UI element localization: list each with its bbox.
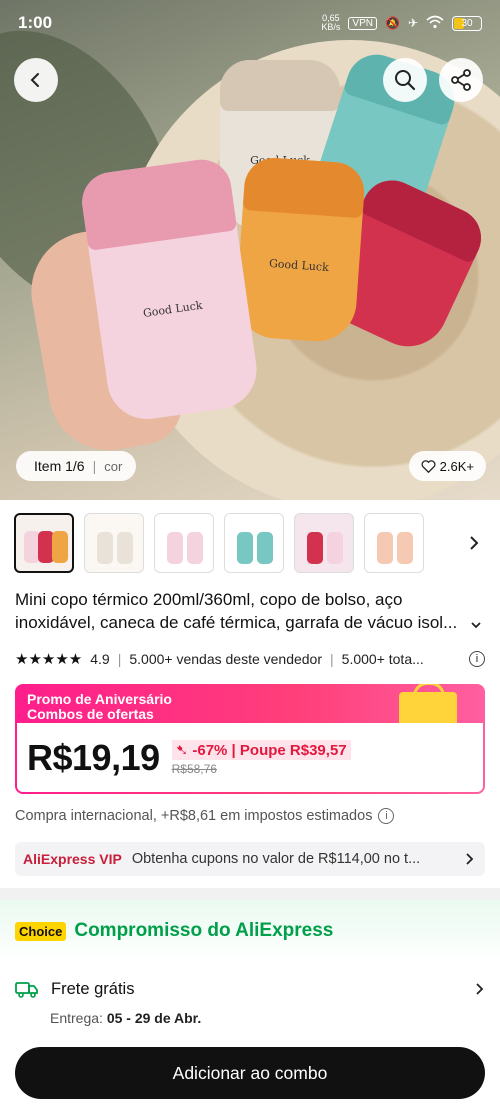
search-icon: [395, 70, 416, 91]
thumbnail-3[interactable]: [154, 513, 214, 573]
sales-separator: |: [330, 651, 334, 667]
rating-value: 4.9: [90, 651, 110, 667]
chevron-right-icon: [476, 983, 484, 995]
item-counter: Item 1/6: [34, 458, 85, 474]
thumbnail-6[interactable]: [364, 513, 424, 573]
current-price: R$19,19: [27, 736, 160, 778]
delivery-dates: 05 - 29 de Abr.: [106, 1010, 202, 1026]
thumbnail-1[interactable]: [14, 513, 74, 573]
status-bar: 1:00 0,65 KB/s VPN 🔕 ✈ 30: [0, 0, 500, 46]
vip-text: Obtenha cupons no valor de R$114,00 no t…: [131, 851, 421, 867]
back-button[interactable]: [14, 58, 58, 102]
vip-banner[interactable]: AliExpress VIP Obtenha cupons no valor d…: [15, 842, 485, 876]
thumbnail-2[interactable]: [84, 513, 144, 573]
promo-header: Promo de Aniversário Combos de ofertas: [27, 692, 172, 722]
chevron-left-icon: [30, 73, 39, 87]
thumbnail-strip: [14, 510, 486, 576]
promo-card[interactable]: Promo de Aniversário Combos de ofertas R…: [15, 684, 485, 794]
choice-badge: Choice: [15, 921, 67, 941]
chip-separator: |: [92, 458, 97, 474]
bottle-orange: Good Luck: [233, 156, 367, 344]
chevron-right-icon: [466, 853, 474, 865]
mute-icon: 🔕: [384, 16, 400, 30]
network-speed: 0,65 KB/s: [321, 13, 341, 32]
thumbnails-next-button[interactable]: [462, 531, 486, 555]
vpn-icon: VPN: [348, 16, 377, 30]
wifi-icon: [426, 15, 444, 32]
expand-title-icon[interactable]: [470, 617, 482, 635]
share-button[interactable]: [439, 58, 483, 102]
heart-icon: [421, 460, 436, 473]
info-icon[interactable]: i: [378, 808, 395, 824]
thumbnail-4[interactable]: [224, 513, 284, 573]
info-icon[interactable]: i: [469, 651, 485, 667]
truck-icon: [15, 982, 38, 998]
choice-section: Choice Compromisso do AliExpress: [0, 900, 500, 962]
product-title[interactable]: Mini copo térmico 200ml/360ml, copo de b…: [15, 588, 485, 634]
variant-label: cor: [104, 458, 123, 474]
battery-icon: 30: [452, 15, 482, 31]
search-button[interactable]: [383, 58, 427, 102]
share-icon: [451, 69, 471, 91]
status-time: 1:00: [18, 13, 53, 32]
tax-text: Compra internacional, +R$8,61 em imposto…: [15, 808, 373, 824]
status-icons: 0,65 KB/s VPN 🔕 ✈ 30: [321, 14, 482, 32]
promo-title: Promo de Aniversário: [27, 691, 172, 707]
down-arrow-icon: ➷: [175, 741, 193, 759]
shipping-row[interactable]: Frete grátis: [15, 975, 485, 1003]
rating-separator: |: [117, 651, 122, 667]
chevron-right-icon: [470, 536, 479, 550]
shipping-label: Frete grátis: [51, 979, 135, 998]
tax-note[interactable]: Compra internacional, +R$8,61 em imposto…: [15, 808, 395, 824]
discount-badge: ➷ -67% | Poupe R$39,57: [171, 739, 351, 760]
item-variant-chip[interactable]: Item 1/6 | cor: [16, 451, 137, 481]
choice-title: Compromisso do AliExpress: [74, 920, 334, 941]
total-sales: 5.000+ tota...: [341, 651, 424, 667]
seller-sales: 5.000+ vendas deste vendedor: [129, 651, 323, 667]
airplane-icon: ✈: [407, 16, 418, 30]
promo-subtitle: Combos de ofertas: [27, 706, 154, 722]
rating-row[interactable]: ★★★★★ 4.9 | 5.000+ vendas deste vendedor…: [15, 648, 485, 670]
product-image-carousel[interactable]: Good Luck Good Luck Good Luck 1:00 0,65K…: [0, 0, 500, 500]
rating-stars-icon: ★★★★★: [15, 651, 83, 668]
discount-block: ➷ -67% | Poupe R$39,57 R$58,76: [171, 739, 351, 776]
wishlist-button[interactable]: 2.6K+: [408, 451, 486, 481]
add-to-combo-button[interactable]: Adicionar ao combo: [15, 1047, 485, 1099]
thumbnail-5[interactable]: [294, 513, 354, 573]
original-price: R$58,76: [171, 761, 217, 776]
vip-brand: AliExpress VIP: [23, 851, 122, 867]
price-block: R$19,19 ➷ -67% | Poupe R$39,57 R$58,76: [17, 723, 483, 792]
likes-count: 2.6K+: [439, 458, 474, 474]
delivery-estimate: Entrega: 05 - 29 de Abr.: [50, 1010, 202, 1026]
section-divider: [0, 888, 500, 900]
